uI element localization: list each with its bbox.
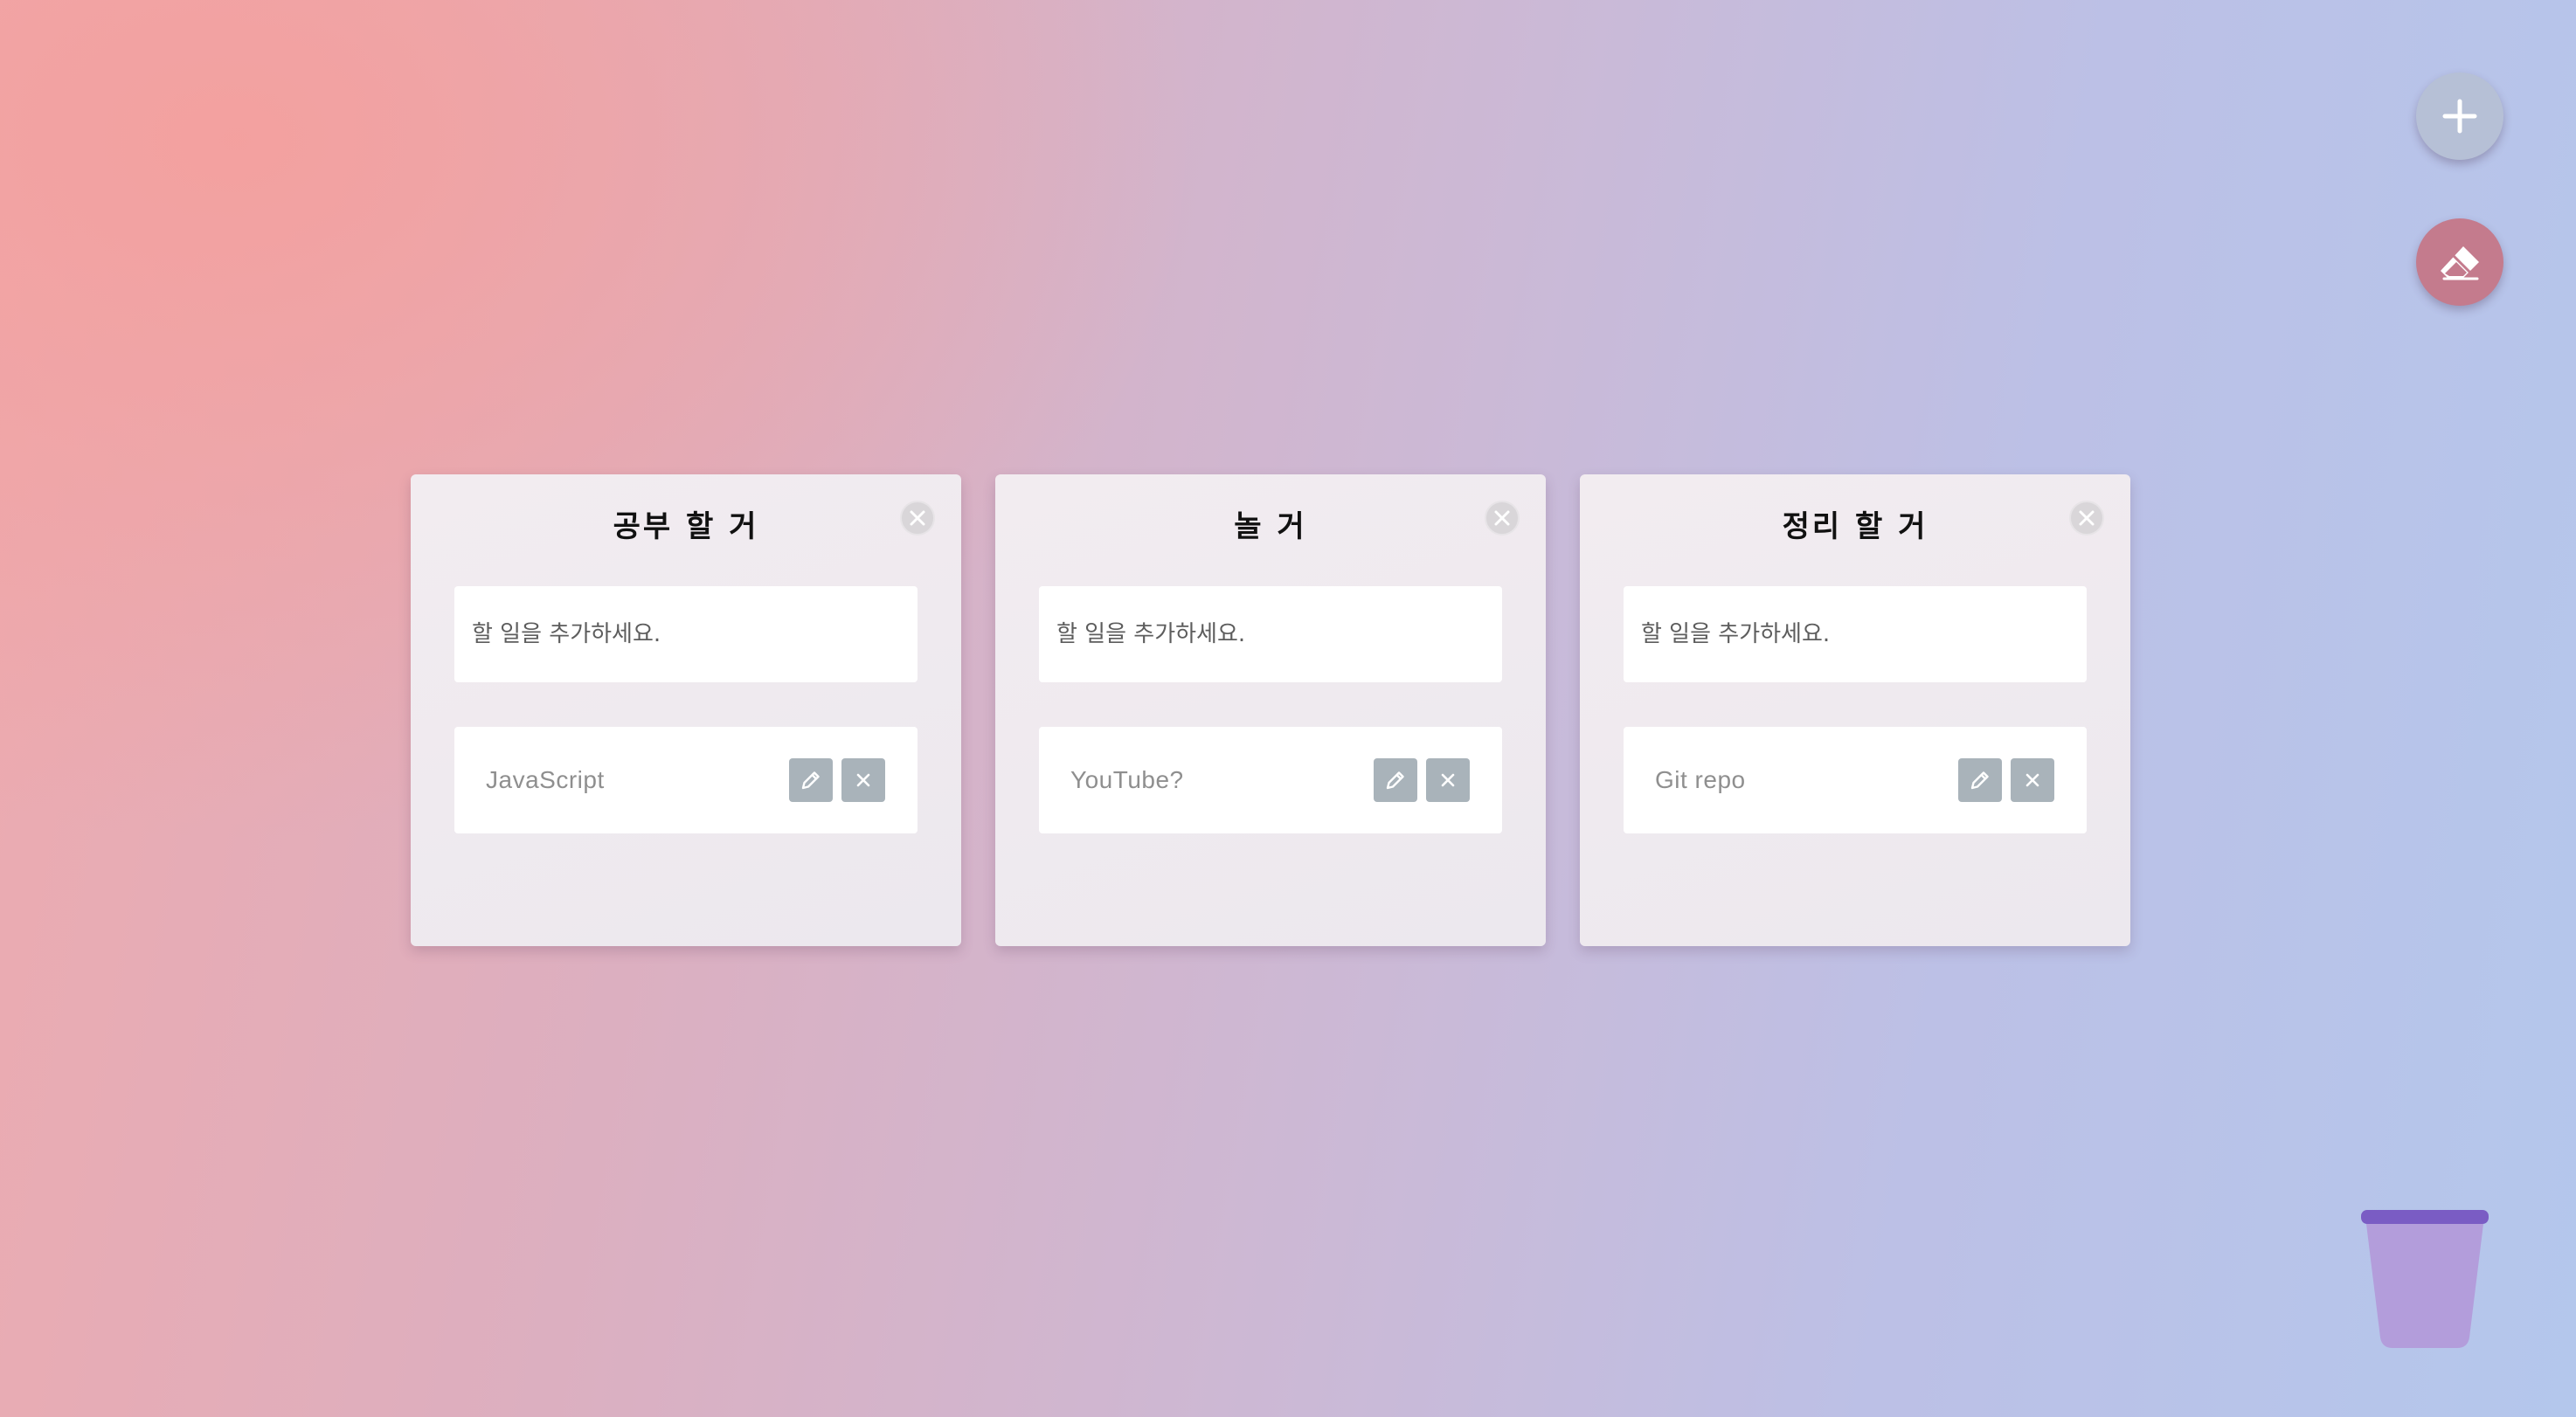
erase-all-button[interactable] <box>2416 218 2503 306</box>
close-icon <box>910 510 925 526</box>
add-task-input[interactable] <box>454 586 918 682</box>
board-title: 정리 할 거 <box>1782 509 1929 544</box>
pencil-icon <box>1386 771 1404 790</box>
board-study: 공부 할 거 JavaScript <box>411 474 961 946</box>
delete-task-button[interactable] <box>841 758 885 802</box>
close-board-button[interactable] <box>900 501 935 536</box>
task-text: Git repo <box>1655 766 1746 793</box>
task-card[interactable]: Git repo <box>1624 727 2087 833</box>
edit-task-button[interactable] <box>1958 758 2002 802</box>
pencil-icon <box>801 771 820 790</box>
add-task-input[interactable] <box>1624 586 2087 682</box>
add-task-input[interactable] <box>1039 586 1502 682</box>
eraser-icon <box>2441 246 2479 280</box>
board-title: 놀 거 <box>1234 509 1307 544</box>
edit-task-button[interactable] <box>789 758 833 802</box>
delete-task-button[interactable] <box>1426 758 1470 802</box>
task-card[interactable]: YouTube? <box>1039 727 1502 833</box>
close-icon <box>856 773 870 787</box>
board-play: 놀 거 YouTube? <box>995 474 1546 946</box>
pencil-icon <box>1970 771 1989 790</box>
delete-task-button[interactable] <box>2011 758 2054 802</box>
close-icon <box>1441 773 1455 787</box>
board-title: 공부 할 거 <box>613 509 759 544</box>
add-board-button[interactable] <box>2416 73 2503 160</box>
task-text: JavaScript <box>486 766 605 793</box>
trash-can-icon <box>2361 1210 2489 1348</box>
task-text: YouTube? <box>1070 766 1184 793</box>
edit-task-button[interactable] <box>1374 758 1417 802</box>
plus-icon <box>2442 99 2477 134</box>
close-board-button[interactable] <box>2069 501 2104 536</box>
task-card[interactable]: JavaScript <box>454 727 918 833</box>
close-board-button[interactable] <box>1485 501 1520 536</box>
board-organize: 정리 할 거 Git repo <box>1580 474 2130 946</box>
close-icon <box>1494 510 1510 526</box>
trash-can-dropzone[interactable] <box>2359 1208 2490 1350</box>
close-icon <box>2079 510 2095 526</box>
close-icon <box>2025 773 2039 787</box>
